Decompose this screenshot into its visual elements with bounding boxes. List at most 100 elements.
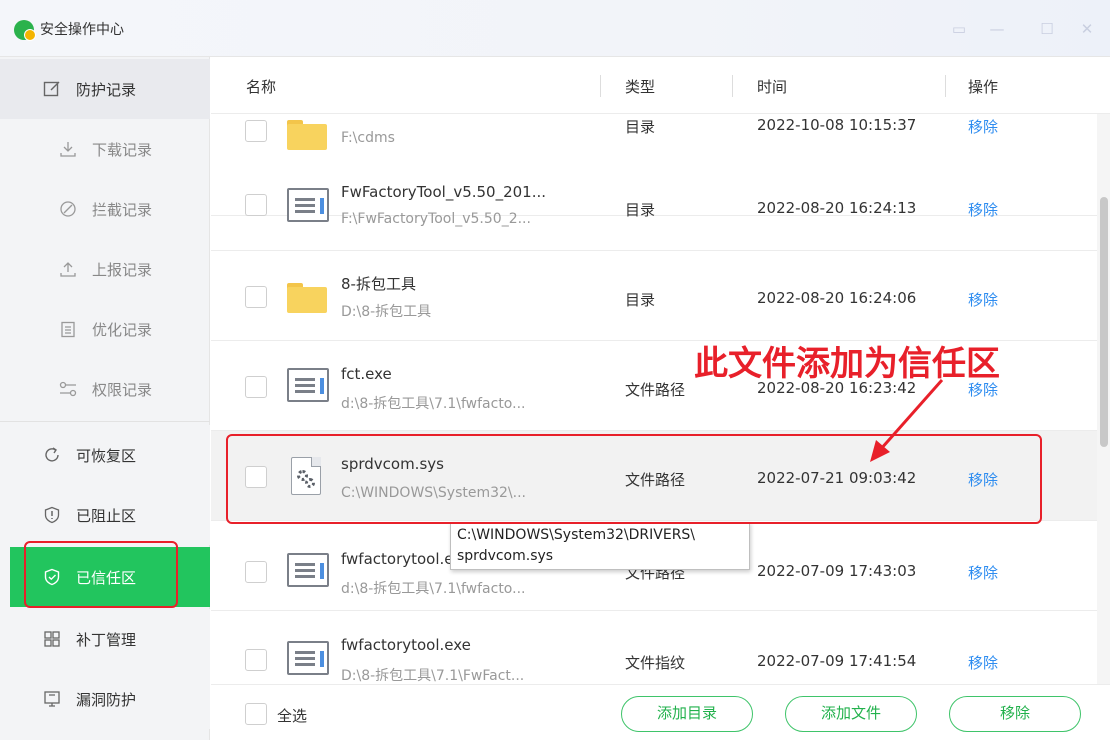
- row-checkbox[interactable]: [245, 561, 267, 583]
- file-name: 8-拆包工具: [341, 275, 416, 293]
- refresh-icon: [42, 445, 62, 465]
- document-list-icon: [287, 553, 329, 587]
- file-type: 目录: [625, 291, 656, 309]
- divider: [0, 421, 210, 422]
- sidebar-item-report-record[interactable]: 上报记录: [0, 239, 210, 299]
- sidebar-item-vuln[interactable]: 漏洞防护: [0, 669, 210, 729]
- remove-button[interactable]: 移除: [949, 696, 1081, 732]
- sidebar-item-blocked[interactable]: 已阻止区: [0, 485, 210, 545]
- sidebar-item-label: 防护记录: [76, 80, 137, 99]
- tooltip-line: C:\WINDOWS\System32\DRIVERS\: [457, 527, 696, 543]
- row-checkbox[interactable]: [245, 376, 267, 398]
- file-name: FwFactoryTool_v5.50_201...: [341, 183, 547, 201]
- scrollbar-thumb[interactable]: [1100, 197, 1108, 447]
- shield-check-icon: [42, 567, 62, 587]
- sidebar-item-label: 优化记录: [92, 320, 153, 339]
- monitor-icon: [42, 689, 62, 709]
- edit-square-icon: [42, 79, 62, 99]
- grid-icon: [42, 629, 62, 649]
- sidebar-item-label: 补丁管理: [76, 630, 137, 649]
- column-header-time[interactable]: 时间: [757, 76, 787, 97]
- sidebar-item-label: 拦截记录: [92, 200, 153, 219]
- file-path: d:\8-拆包工具\7.1\fwfacto...: [341, 396, 526, 412]
- window-title: 安全操作中心: [40, 22, 124, 38]
- remove-link[interactable]: 移除: [968, 469, 998, 490]
- file-path: C:\WINDOWS\System32\...: [341, 485, 526, 501]
- row-checkbox[interactable]: [245, 194, 267, 216]
- sidebar-item-optimize-record[interactable]: 优化记录: [0, 299, 210, 359]
- app-logo-icon: [14, 20, 36, 41]
- add-file-button[interactable]: 添加文件: [785, 696, 917, 732]
- annotation-arrow-icon: [870, 379, 944, 462]
- main-panel: F:\cdms 目录 2022-10-08 10:15:37 移除 FwFact…: [211, 57, 1110, 740]
- path-tooltip: C:\WINDOWS\System32\DRIVERS\ sprdvcom.sy…: [450, 522, 750, 570]
- file-type: 文件路径: [625, 471, 686, 489]
- sidebar-item-download-record[interactable]: 下载记录: [0, 119, 210, 179]
- file-type: 目录: [625, 201, 656, 219]
- remove-link[interactable]: 移除: [968, 652, 998, 673]
- document-list-icon: [287, 641, 329, 675]
- sidebar-item-label: 已阻止区: [76, 506, 137, 525]
- sidebar-item-label: 上报记录: [92, 260, 153, 279]
- annotation-text: 此文件添加为信任区: [694, 344, 1000, 384]
- divider: [945, 75, 946, 97]
- folder-icon: [287, 283, 327, 313]
- column-header-type[interactable]: 类型: [625, 76, 655, 97]
- file-name: fwfactorytool.exe: [341, 636, 471, 654]
- divider: [600, 75, 601, 97]
- toggle-settings-icon: [58, 379, 78, 399]
- sidebar-item-intercept-record[interactable]: 拦截记录: [0, 179, 210, 239]
- title-bar: 安全操作中心 ▭ — ☐ ✕: [0, 0, 1110, 57]
- file-time: 2022-07-09 17:41:54: [757, 652, 917, 670]
- document-list-icon: [287, 368, 329, 402]
- file-type: 文件指纹: [625, 654, 686, 672]
- file-time: 2022-07-09 17:43:03: [757, 562, 917, 580]
- document-list-icon: [287, 188, 329, 222]
- remove-link[interactable]: 移除: [968, 199, 998, 220]
- file-path: D:\8-拆包工具\7.1\FwFact...: [341, 668, 525, 684]
- select-all-label[interactable]: 全选: [277, 705, 307, 726]
- tooltip-line: sprdvcom.sys: [457, 548, 554, 564]
- remove-link[interactable]: 移除: [968, 116, 998, 137]
- file-type: 目录: [625, 118, 656, 136]
- row-checkbox[interactable]: [245, 286, 267, 308]
- table-row-selected[interactable]: sprdvcom.sys C:\WINDOWS\System32\... 文件路…: [211, 431, 1097, 521]
- remove-link[interactable]: 移除: [968, 289, 998, 310]
- remove-link[interactable]: 移除: [968, 562, 998, 583]
- sidebar-item-protect-record[interactable]: 防护记录: [0, 59, 210, 119]
- column-header-name[interactable]: 名称: [246, 76, 276, 97]
- sidebar-item-trusted[interactable]: 已信任区: [10, 547, 210, 607]
- table-header: 名称 类型 时间 操作: [211, 57, 1110, 114]
- sidebar-item-recoverable[interactable]: 可恢复区: [0, 425, 210, 485]
- sidebar-item-patch[interactable]: 补丁管理: [0, 609, 210, 669]
- forbidden-icon: [58, 199, 78, 219]
- footer-bar: 全选 添加目录 添加文件 移除: [211, 684, 1110, 740]
- file-time: 2022-08-20 16:24:13: [757, 199, 917, 217]
- select-all-checkbox[interactable]: [245, 703, 267, 725]
- maximize-icon[interactable]: ☐: [1038, 20, 1056, 38]
- file-time: 2022-08-20 16:24:06: [757, 289, 917, 307]
- sidebar-item-label: 漏洞防护: [76, 690, 137, 709]
- sidebar-item-permission-record[interactable]: 权限记录: [0, 359, 210, 419]
- file-name: fct.exe: [341, 365, 392, 383]
- folder-icon: [287, 120, 327, 150]
- file-type: 文件路径: [625, 381, 686, 399]
- row-checkbox[interactable]: [245, 649, 267, 671]
- close-icon[interactable]: ✕: [1078, 20, 1096, 38]
- divider: [732, 75, 733, 97]
- feedback-icon[interactable]: ▭: [950, 20, 968, 38]
- file-path: F:\cdms: [341, 130, 395, 146]
- sidebar-item-label: 下载记录: [92, 140, 153, 159]
- row-checkbox[interactable]: [245, 466, 267, 488]
- row-checkbox[interactable]: [245, 120, 267, 142]
- file-path: d:\8-拆包工具\7.1\fwfacto...: [341, 581, 526, 597]
- file-time: 2022-07-21 09:03:42: [757, 469, 917, 487]
- minimize-icon[interactable]: —: [988, 20, 1006, 38]
- file-time: 2022-10-08 10:15:37: [757, 116, 917, 134]
- table-row[interactable]: 8-拆包工具 D:\8-拆包工具 目录 2022-08-20 16:24:06 …: [211, 251, 1097, 341]
- file-name: sprdvcom.sys: [341, 455, 444, 473]
- sidebar: 防护记录 下载记录 拦截记录 上报记录 优化记录 权限记录 可恢复区 已阻止区 …: [0, 57, 210, 740]
- table-row[interactable]: FwFactoryTool_v5.50_201... F:\FwFactoryT…: [211, 161, 1097, 251]
- file-path: F:\FwFactoryTool_v5.50_2...: [341, 211, 531, 227]
- add-directory-button[interactable]: 添加目录: [621, 696, 753, 732]
